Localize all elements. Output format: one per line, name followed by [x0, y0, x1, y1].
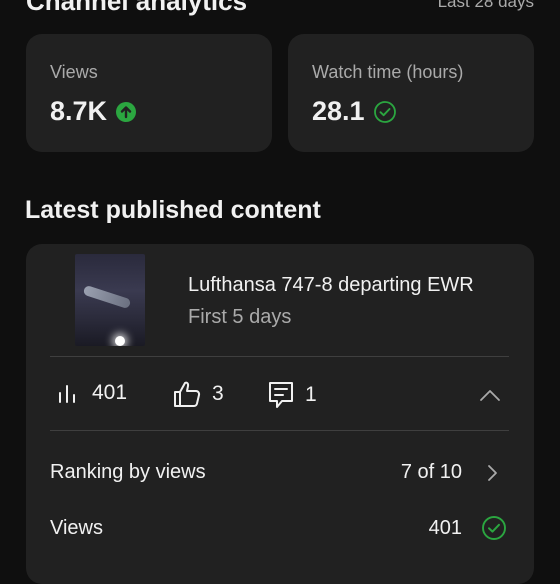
video-thumbnail[interactable]: [75, 254, 145, 346]
chevron-right-icon[interactable]: [484, 462, 500, 484]
comment-icon: [267, 380, 295, 410]
views-stat-value-group: 8.7K: [50, 96, 137, 127]
ranking-row-value[interactable]: 7 of 10: [401, 461, 462, 484]
thumbnail-light: [115, 336, 125, 346]
views-stat-value: 8.7K: [50, 96, 108, 126]
watch-time-stat-value-group: 28.1: [312, 96, 397, 127]
video-title[interactable]: Lufthansa 747-8 departing EWR: [188, 274, 474, 297]
views-row-value: 401: [428, 517, 462, 539]
video-subtitle: First 5 days: [188, 306, 292, 328]
check-circle-outline-icon: [481, 515, 507, 541]
chevron-up-icon[interactable]: [478, 384, 502, 408]
likes-metric-value: 3: [212, 382, 224, 405]
likes-metric: 3: [172, 380, 224, 408]
thumbs-up-icon: [172, 380, 202, 408]
section-title: Latest published content: [25, 196, 321, 224]
watch-time-stat-label: Watch time (hours): [312, 62, 464, 82]
latest-content-card: Lufthansa 747-8 departing EWR First 5 da…: [26, 244, 534, 584]
page-title: Channel analytics: [26, 0, 248, 16]
views-metric-value: 401: [92, 381, 128, 404]
watch-time-stat-card[interactable]: Watch time (hours) 28.1: [288, 34, 534, 152]
divider: [50, 430, 509, 431]
views-row-label: Views: [50, 517, 103, 539]
views-stat-card[interactable]: Views 8.7K: [26, 34, 272, 152]
watch-time-stat-value: 28.1: [312, 96, 365, 126]
thumbnail-airplane: [82, 284, 132, 310]
comments-metric: 1: [267, 380, 317, 410]
views-metric: 401: [56, 380, 127, 406]
ranking-row-label[interactable]: Ranking by views: [50, 461, 206, 484]
bar-chart-icon: [56, 380, 82, 406]
date-range-label[interactable]: Last 28 days: [438, 0, 534, 12]
divider: [50, 356, 509, 357]
comments-metric-value: 1: [305, 383, 317, 406]
views-stat-label: Views: [50, 62, 98, 82]
check-circle-outline-icon: [373, 100, 397, 124]
arrow-up-circle-icon: [115, 101, 137, 123]
